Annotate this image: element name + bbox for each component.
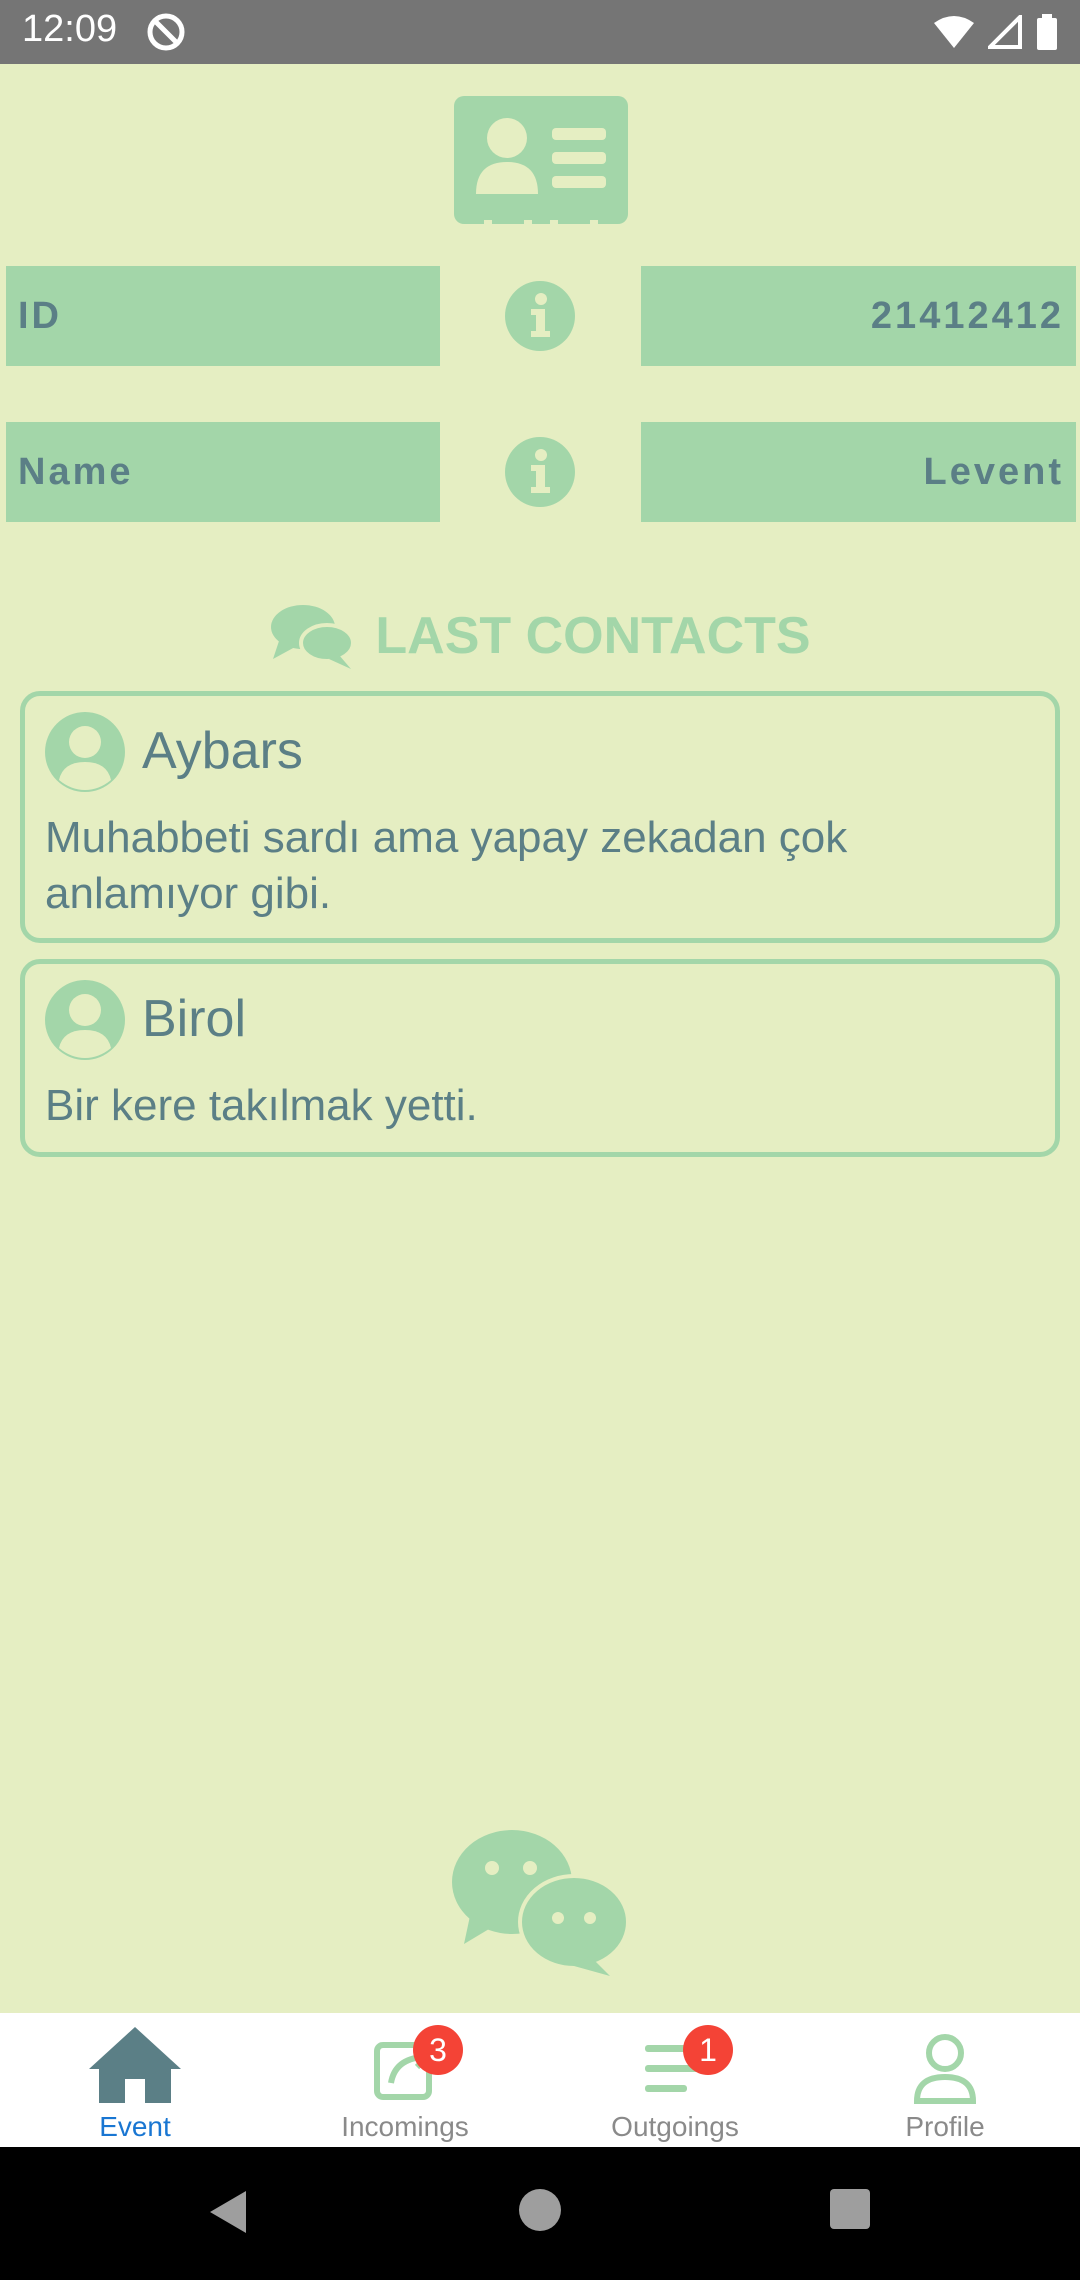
name-value: Levent [641, 422, 1076, 522]
dnd-icon [147, 13, 185, 51]
system-nav [0, 2147, 1080, 2280]
nav-incomings[interactable]: 3 Incomings [270, 2013, 540, 2147]
nav-profile[interactable]: Profile [810, 2013, 1080, 2147]
home-button-icon[interactable] [517, 2187, 563, 2233]
back-icon[interactable] [204, 2187, 254, 2237]
contact-name: Aybars [142, 722, 303, 780]
info-icon[interactable] [505, 281, 575, 351]
info-icon[interactable] [505, 437, 575, 507]
signal-icon [988, 15, 1022, 49]
nav-label: Profile [905, 2111, 985, 2142]
contact-message: Bir kere takılmak yetti. [45, 1081, 478, 1130]
nav-label: Outgoings [611, 2111, 739, 2142]
contacts-header: LAST CONTACTS [0, 600, 1080, 672]
incomings-badge: 3 [413, 2025, 463, 2075]
recents-icon[interactable] [828, 2187, 872, 2231]
contacts-title: LAST CONTACTS [375, 607, 811, 665]
outgoings-badge: 1 [683, 2025, 733, 2075]
status-bar: 12:09 [0, 0, 1080, 64]
contact-name: Birol [142, 990, 247, 1048]
id-label: ID [6, 266, 440, 366]
comments-icon [271, 605, 356, 669]
person-icon [913, 2034, 977, 2104]
battery-icon [1037, 14, 1057, 50]
nav-label: Event [99, 2111, 171, 2142]
avatar-icon [45, 980, 125, 1060]
id-value: 21412412 [641, 266, 1076, 366]
nav-event[interactable]: Event [0, 2013, 270, 2147]
chat-bubbles-icon[interactable] [450, 1826, 630, 1978]
id-card-icon [454, 96, 628, 228]
avatar-icon [45, 712, 125, 792]
nav-outgoings[interactable]: 1 Outgoings [540, 2013, 810, 2147]
home-icon [89, 2027, 181, 2103]
contact-card[interactable]: Birol Bir kere takılmak yetti. [20, 959, 1060, 1157]
contact-message: Muhabbeti sardı ama yapay zekadan çok an… [45, 813, 848, 918]
bottom-nav: Event 3 Incomings 1 Outgoings Profile [0, 2013, 1080, 2147]
name-label: Name [6, 422, 440, 522]
screen: 12:09 ID 21412412 Name Levent LAST CONTA… [0, 0, 1080, 2280]
status-time: 12:09 [22, 8, 118, 50]
status-icons [934, 12, 1058, 52]
nav-label: Incomings [341, 2111, 469, 2142]
wifi-icon [934, 16, 974, 48]
contact-card[interactable]: Aybars Muhabbeti sardı ama yapay zekadan… [20, 691, 1060, 943]
